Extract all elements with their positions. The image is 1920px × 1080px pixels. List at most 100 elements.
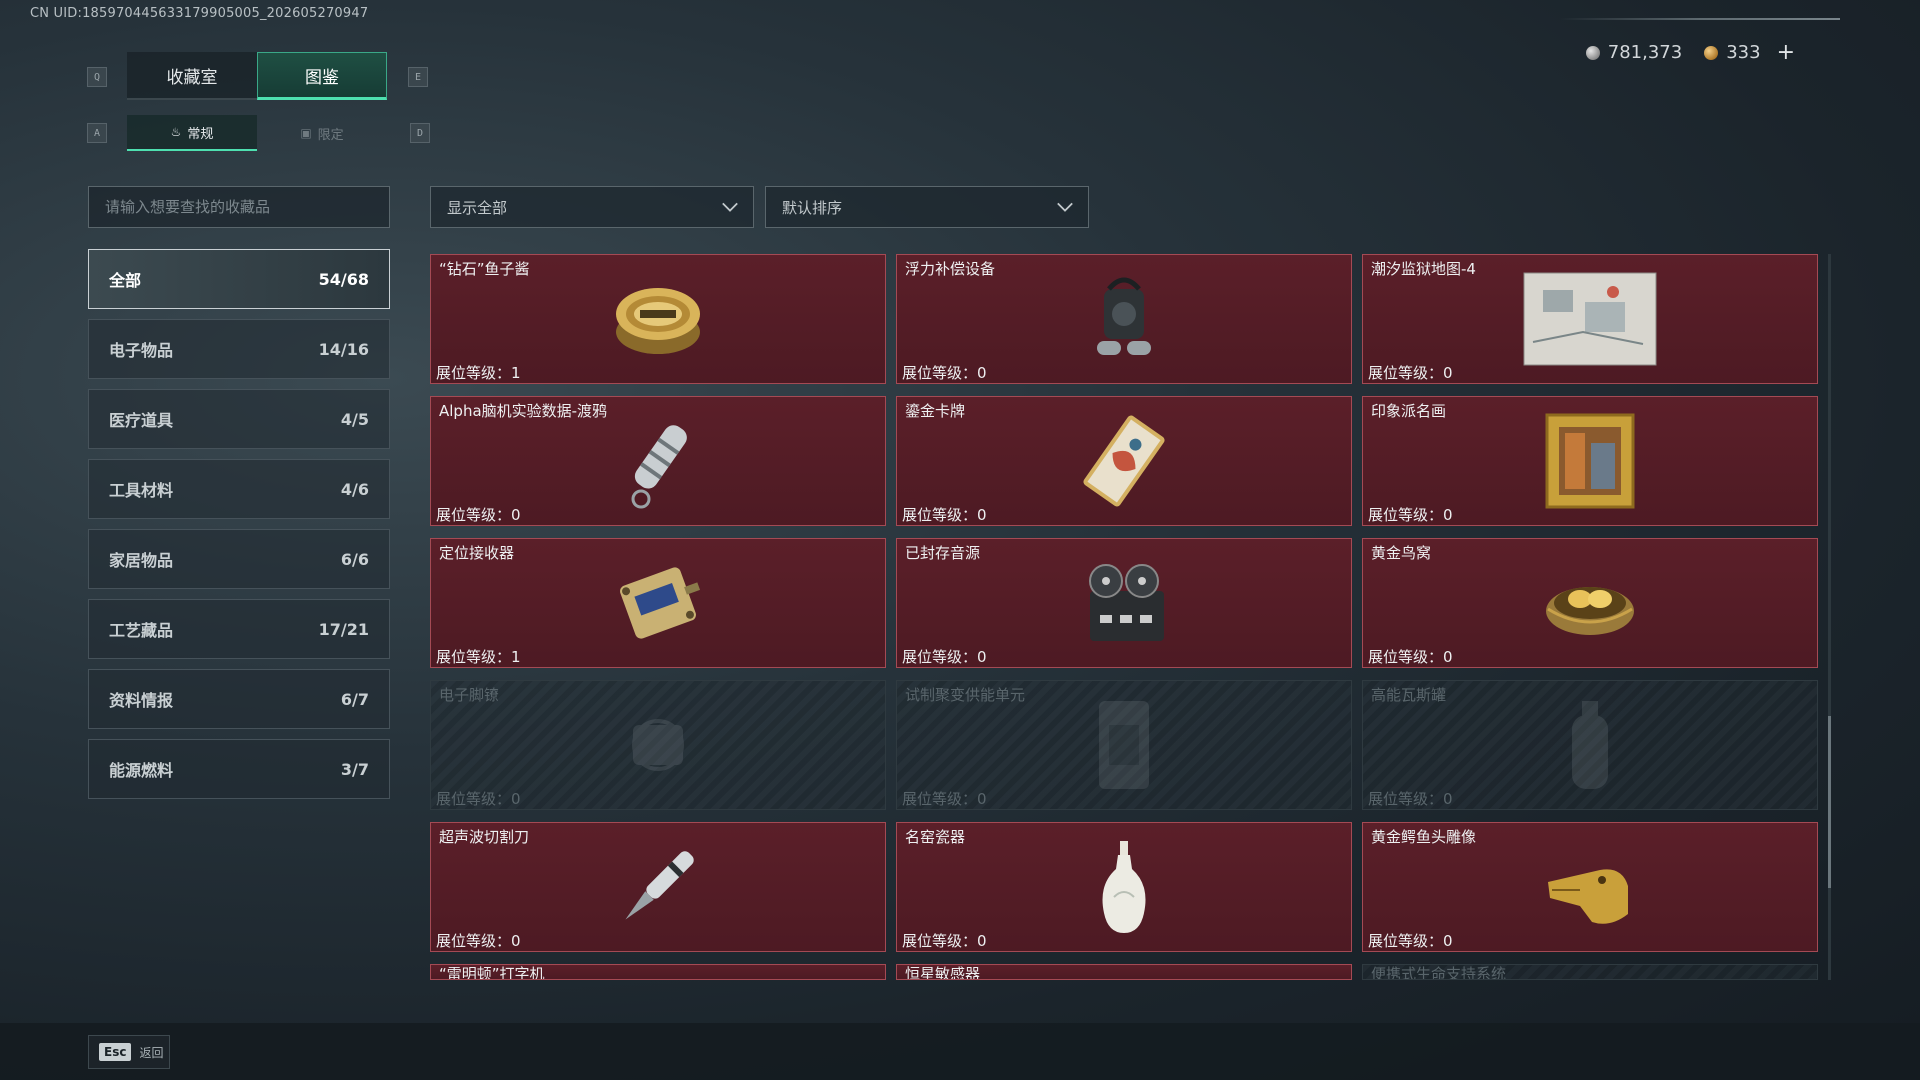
item-card[interactable]: 恒星敏感器: [896, 964, 1352, 980]
item-name: 黄金鳄鱼头雕像: [1371, 828, 1477, 846]
back-button[interactable]: Esc 返回: [88, 1035, 170, 1069]
item-display-level: 展位等级：0: [1368, 790, 1453, 808]
show-filter-dropdown[interactable]: 显示全部: [430, 186, 754, 228]
item-name: 潮汐监狱地图-4: [1371, 260, 1476, 278]
category-count: 54/68: [318, 269, 369, 289]
sort-value: 默认排序: [782, 198, 843, 217]
item-card-locked[interactable]: 电子脚镣 展位等级：0: [430, 680, 886, 810]
tab-left-key-hint: Q: [87, 67, 107, 87]
category-label: 家居物品: [109, 551, 174, 570]
buoyancy-device-icon: [1069, 269, 1179, 369]
items-grid: “钻石”鱼子酱 展位等级：1 浮力补偿设备 展位等级：0 潮汐监狱地图-4 展位…: [430, 254, 1818, 980]
item-card-locked[interactable]: 高能瓦斯罐 展位等级：0: [1362, 680, 1818, 810]
item-card[interactable]: “雷明顿”打字机: [430, 964, 886, 980]
item-name: “雷明顿”打字机: [439, 965, 545, 980]
item-card[interactable]: “钻石”鱼子酱 展位等级：1: [430, 254, 886, 384]
gold-currency: 333: [1704, 42, 1761, 63]
item-card-locked[interactable]: 便携式生命支持系统: [1362, 964, 1818, 980]
category-label: 工艺藏品: [109, 621, 174, 640]
category-count: 4/6: [340, 479, 369, 499]
category-energy[interactable]: 能源燃料 3/7: [88, 739, 390, 799]
item-display-level: 展位等级：0: [1368, 932, 1453, 950]
chevron-down-icon: [1057, 202, 1073, 212]
subtab-left-key-hint: A: [87, 123, 107, 143]
item-display-level: 展位等级：0: [902, 932, 987, 950]
category-count: 17/21: [318, 619, 369, 639]
item-card[interactable]: 浮力补偿设备 展位等级：0: [896, 254, 1352, 384]
tab-right-key-hint: E: [408, 67, 428, 87]
category-count: 6/7: [340, 689, 369, 709]
subtab-regular-label: 常规: [187, 126, 214, 142]
search-input[interactable]: [103, 197, 375, 217]
item-display-level: 展位等级：0: [902, 506, 987, 524]
category-count: 14/16: [318, 339, 369, 359]
silver-coin-icon: [1585, 45, 1600, 60]
category-label: 工具材料: [109, 481, 174, 500]
caviar-icon: [603, 269, 713, 369]
item-card[interactable]: 黄金鳄鱼头雕像 展位等级：0: [1362, 822, 1818, 952]
main-tabs: 收藏室 图鉴: [127, 52, 387, 100]
scrollbar-thumb[interactable]: [1828, 716, 1831, 888]
sort-dropdown[interactable]: 默认排序: [765, 186, 1089, 228]
item-card[interactable]: 黄金鸟窝 展位等级：0: [1362, 538, 1818, 668]
category-tools[interactable]: 工具材料 4/6: [88, 459, 390, 519]
category-medical[interactable]: 医疗道具 4/5: [88, 389, 390, 449]
data-cylinder-icon: [603, 411, 713, 511]
subtab-right-key-hint: D: [410, 123, 430, 143]
category-list: 全部 54/68 电子物品 14/16 医疗道具 4/5 工具材料 4/6 家居…: [88, 249, 390, 809]
category-label: 能源燃料: [109, 761, 174, 780]
item-name: 超声波切割刀: [439, 828, 530, 846]
sub-tabs: ♨ 常规 ▣ 限定: [127, 115, 387, 151]
item-name: 黄金鸟窝: [1371, 544, 1432, 562]
item-card[interactable]: 定位接收器 展位等级：1: [430, 538, 886, 668]
item-name: 定位接收器: [439, 544, 515, 562]
item-display-level: 展位等级：0: [1368, 648, 1453, 666]
chevron-down-icon: [722, 202, 738, 212]
category-household[interactable]: 家居物品 6/6: [88, 529, 390, 589]
category-all[interactable]: 全部 54/68: [88, 249, 390, 309]
gilded-card-icon: [1069, 411, 1179, 511]
back-label: 返回: [139, 1045, 164, 1060]
item-name: 试制聚变供能单元: [905, 686, 1026, 704]
porcelain-vase-icon: [1069, 837, 1179, 937]
category-crafts[interactable]: 工艺藏品 17/21: [88, 599, 390, 659]
item-display-level: 展位等级：0: [436, 506, 521, 524]
item-name: 名窑瓷器: [905, 828, 966, 846]
add-currency-button[interactable]: +: [1777, 40, 1795, 65]
category-intel[interactable]: 资料情报 6/7: [88, 669, 390, 729]
tab-codex[interactable]: 图鉴: [257, 52, 387, 100]
ultrasonic-knife-icon: [603, 837, 713, 937]
subtab-regular[interactable]: ♨ 常规: [127, 115, 257, 151]
flame-icon: ♨: [170, 125, 182, 139]
item-display-level: 展位等级：0: [436, 790, 521, 808]
category-count: 3/7: [340, 759, 369, 779]
show-filter-value: 显示全部: [447, 198, 508, 217]
category-label: 电子物品: [109, 341, 174, 360]
esc-key-hint: Esc: [99, 1043, 132, 1061]
currency-display: 781,373 333 +: [1585, 40, 1795, 65]
silver-currency: 781,373: [1585, 42, 1682, 63]
category-count: 4/5: [340, 409, 369, 429]
subtab-limited[interactable]: ▣ 限定: [257, 115, 387, 151]
gold-amount: 333: [1726, 42, 1761, 63]
item-name: Alpha脑机实验数据-渡鸦: [439, 402, 608, 420]
tab-collection-room[interactable]: 收藏室: [127, 52, 257, 100]
item-card[interactable]: 潮汐监狱地图-4 展位等级：0: [1362, 254, 1818, 384]
item-card[interactable]: 鎏金卡牌 展位等级：0: [896, 396, 1352, 526]
item-card[interactable]: 名窑瓷器 展位等级：0: [896, 822, 1352, 952]
item-name: 已封存音源: [905, 544, 981, 562]
golden-nest-icon: [1535, 553, 1645, 653]
item-card-locked[interactable]: 试制聚变供能单元 展位等级：0: [896, 680, 1352, 810]
item-name: 高能瓦斯罐: [1371, 686, 1447, 704]
item-name: 浮力补偿设备: [905, 260, 996, 278]
item-card[interactable]: 已封存音源 展位等级：0: [896, 538, 1352, 668]
item-display-level: 展位等级：0: [436, 932, 521, 950]
item-card[interactable]: Alpha脑机实验数据-渡鸦 展位等级：0: [430, 396, 886, 526]
category-label: 医疗道具: [109, 411, 174, 430]
item-name: 便携式生命支持系统: [1371, 965, 1507, 980]
item-card[interactable]: 超声波切割刀 展位等级：0: [430, 822, 886, 952]
item-card[interactable]: 印象派名画 展位等级：0: [1362, 396, 1818, 526]
category-electronics[interactable]: 电子物品 14/16: [88, 319, 390, 379]
category-count: 6/6: [340, 549, 369, 569]
gold-coin-icon: [1704, 45, 1719, 60]
